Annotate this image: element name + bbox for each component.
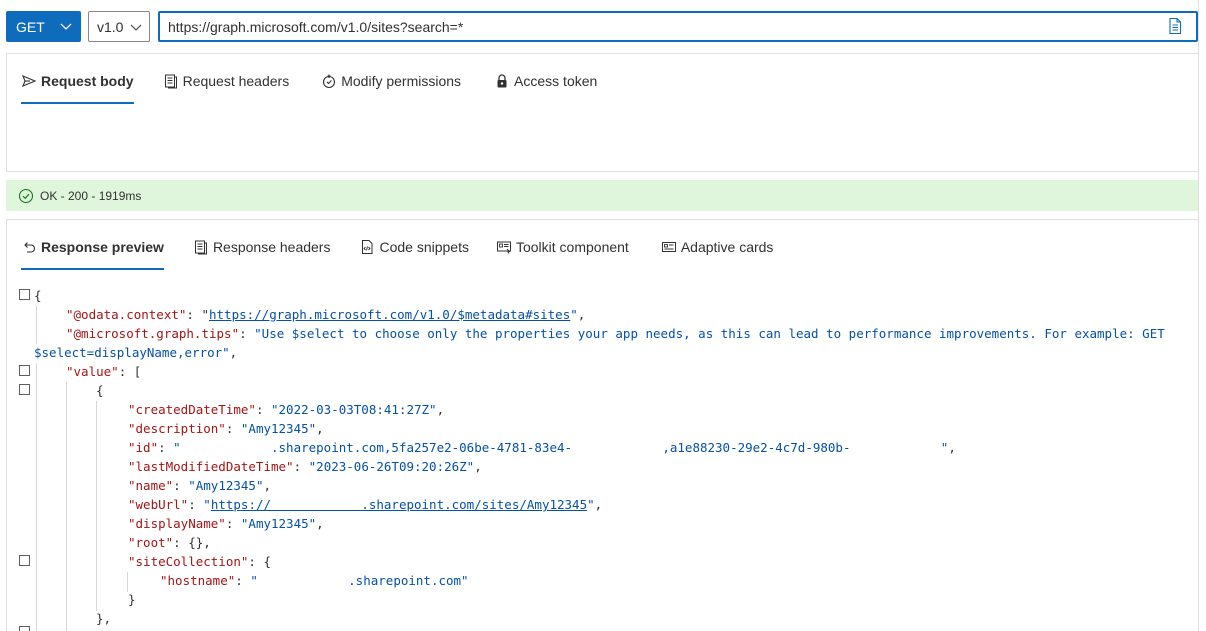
fold-toggle[interactable] [19,626,30,631]
tab-code-snippets[interactable]: Code snippets [359,224,469,270]
tab-response-preview[interactable]: Response preview [21,224,164,270]
headers-icon [164,74,177,89]
card-icon [661,242,676,252]
odata-context-link[interactable]: https://graph.microsoft.com/v1.0/$metada… [209,307,570,322]
version-dropdown[interactable]: v1.0 [88,11,150,42]
url-input[interactable] [158,11,1198,42]
panel-divider [1198,0,1199,631]
fold-toggle[interactable] [19,555,30,566]
json-line: "root": {}, [128,535,211,550]
tab-toolkit-component[interactable]: Toolkit component [496,224,629,270]
json-line: "siteCollection": { [128,554,271,569]
json-line: }, [96,611,112,626]
indent-guide [66,382,67,631]
json-line: "description": "Amy12345", [128,421,324,436]
indent-guide [36,363,37,631]
shield-icon [323,74,336,89]
check-circle-icon [18,188,34,203]
json-line: $select=displayName,error", [34,345,238,360]
tab-label: Code snippets [379,239,469,255]
tab-label: Response headers [212,239,331,255]
tab-modify-permissions[interactable]: Modify permissions [321,58,461,104]
indent-guide [36,306,37,344]
json-line: "hostname": " .sharepoint.com" [160,573,469,588]
send-icon [22,74,37,88]
request-panel: Request body Request headers Modify perm… [6,53,1198,172]
json-line: { [96,383,104,398]
json-line: "name": "Amy12345", [128,478,272,493]
document-icon[interactable] [1166,17,1184,35]
chevron-down-icon [130,24,142,31]
toolkit-icon [496,241,511,254]
tab-request-body[interactable]: Request body [21,58,134,104]
tab-label: Adaptive cards [680,239,774,255]
json-line: "id": " .sharepoint.com,5fa257e2-06be-47… [128,440,956,455]
indent-guide [96,401,97,611]
tab-response-headers[interactable]: Response headers [193,224,331,270]
status-bar: OK - 200 - 1919ms [6,180,1198,211]
http-method-label: GET [16,18,45,35]
json-line: { [34,288,42,303]
indent-guide [127,572,128,592]
tab-adaptive-cards[interactable]: Adaptive cards [661,224,774,270]
tab-request-headers[interactable]: Request headers [163,58,290,104]
json-line: } [128,592,136,607]
code-file-icon [362,240,373,254]
http-method-dropdown[interactable]: GET [6,11,81,42]
chevron-down-icon [60,23,72,30]
json-line: "lastModifiedDateTime": "2023-06-26T09:2… [128,459,482,474]
tab-label: Request headers [182,73,290,89]
fold-toggle[interactable] [19,384,30,395]
tab-label: Request body [41,73,134,89]
json-line: "displayName": "Amy12345", [128,516,324,531]
tab-access-token[interactable]: Access token [494,58,597,104]
version-label: v1.0 [97,18,124,35]
tab-label: Modify permissions [341,73,462,89]
tab-label: Access token [514,73,598,89]
request-tabs: Request body Request headers Modify perm… [21,58,597,104]
json-line: "createdDateTime": "2022-03-03T08:41:27Z… [128,402,445,417]
json-line: "@odata.context": "https://graph.microso… [66,307,586,322]
json-line: "value": [ [66,364,142,379]
undo-arrow-icon [24,242,36,253]
response-tabs: Response preview Response headers Code s… [21,224,773,270]
json-line: "@microsoft.graph.tips": "Use $select to… [66,326,1165,341]
headers-icon [194,240,207,255]
web-url-link[interactable]: https:// .sharepoint.com/sites/Amy12345 [211,497,587,512]
fold-toggle[interactable] [19,365,30,376]
tab-label: Response preview [41,239,164,255]
tab-label: Toolkit component [515,239,629,255]
lock-icon [497,74,507,88]
status-text: OK - 200 - 1919ms [40,188,142,203]
fold-toggle[interactable] [19,289,30,300]
json-line: "webUrl": "https:// .sharepoint.com/site… [128,497,603,512]
